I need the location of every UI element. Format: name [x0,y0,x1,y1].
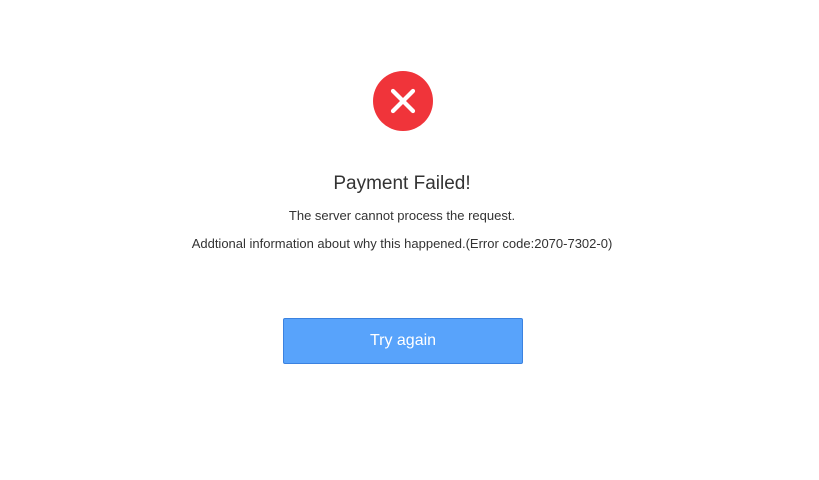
error-details: Addtional information about why this hap… [191,236,613,251]
error-message: The server cannot process the request. [288,208,516,223]
page-title: Payment Failed! [333,173,471,194]
error-x-icon [373,71,433,131]
try-again-button[interactable]: Try again [283,318,523,364]
payment-failed-page: Payment Failed! The server cannot proces… [0,0,819,480]
x-close-icon [390,88,416,114]
